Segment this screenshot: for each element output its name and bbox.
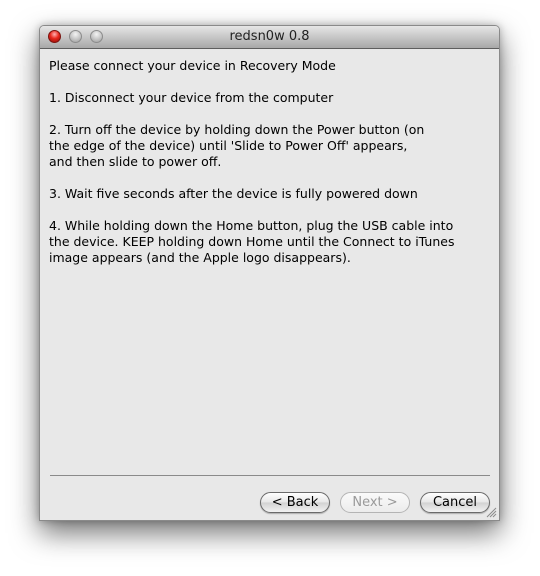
title-bar[interactable]: redsn0w 0.8 — [40, 26, 499, 49]
step-2: 2. Turn off the device by holding down t… — [49, 122, 425, 169]
back-button[interactable]: < Back — [260, 492, 330, 513]
instructions-heading: Please connect your device in Recovery M… — [49, 58, 336, 73]
instructions: Please connect your device in Recovery M… — [49, 58, 479, 282]
window-title: redsn0w 0.8 — [229, 29, 310, 44]
wizard-window: redsn0w 0.8 Please connect your device i… — [39, 25, 500, 521]
cancel-button[interactable]: Cancel — [420, 492, 490, 513]
resize-grip-icon[interactable] — [486, 507, 497, 518]
step-1: 1. Disconnect your device from the compu… — [49, 90, 334, 105]
step-4: 4. While holding down the Home button, p… — [49, 218, 455, 265]
step-3: 3. Wait five seconds after the device is… — [49, 186, 418, 201]
separator — [50, 475, 490, 476]
next-button[interactable]: Next > — [340, 492, 410, 513]
